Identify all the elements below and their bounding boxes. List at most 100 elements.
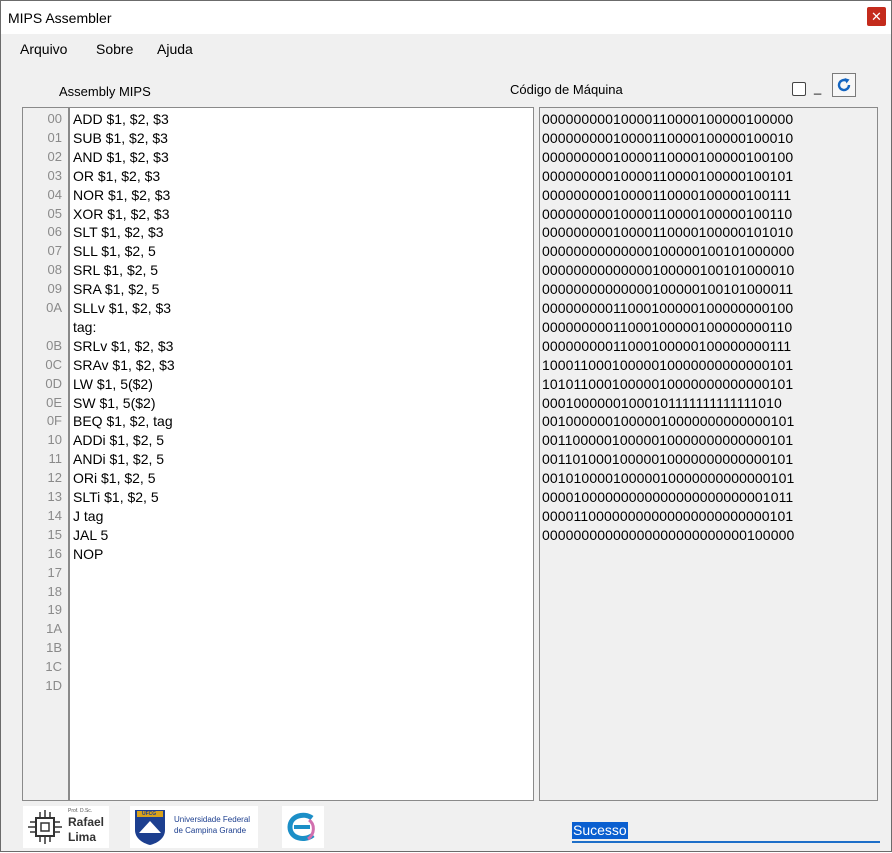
rafael-lima-logo: Prof. D.Sc. Rafael Lima [23,806,109,848]
logo-name-last: Lima [68,830,97,844]
code-line: BEQ $1, $2, tag [73,413,173,430]
machine-code-line: 00101000010000010000000000000101 [542,470,795,487]
line-number: 12 [47,470,62,486]
line-number: 0A [46,300,62,315]
machine-code-line: 00000000011000100000100000000110 [542,318,793,335]
line-number: 1D [45,678,62,693]
ufcg-logo: UFCG Universidade Federal de Campina Gra… [130,806,258,848]
assembly-label: Assembly MIPS [59,84,151,99]
line-number: 19 [47,602,62,618]
menu-arquivo[interactable]: Arquivo [20,41,67,57]
app-window: MIPS Assembler ✕ Arquivo Sobre Ajuda Ass… [0,0,892,852]
code-line: ADDi $1, $2, 5 [73,432,165,449]
line-number: 1B [46,640,62,656]
line-number: 0D [45,375,62,391]
line-number: 03 [47,167,62,183]
code-line: SRL $1, $2, 5 [73,262,159,279]
line-number: 02 [47,148,62,164]
code-line: ANDi $1, $2, 5 [73,451,165,468]
logo-name-first: Rafael [68,815,105,829]
code-line: ORi $1, $2, 5 [73,470,156,487]
status-text: Sucesso [572,822,628,839]
code-line: SLTi $1, $2, 5 [73,489,159,505]
machine-code-line: 10001100010000010000000000000101 [542,356,794,373]
machine-code-line: 00000000010000110000100000100100 [542,148,794,165]
line-number: 1A [46,621,62,637]
line-number: 1C [45,659,62,675]
machine-code-line: 00001100000000000000000000000101 [542,507,794,524]
footer: Prof. D.Sc. Rafael Lima UFCG Universidad… [5,806,887,851]
code-line: AND $1, $2, $3 [73,148,169,165]
line-number: 14 [47,507,62,523]
machine-code-line: 00000000000000100000100101000000 [542,243,795,260]
ufcg-line1: Universidade Federal [174,815,251,824]
code-line: SLL $1, $2, 5 [73,243,156,260]
ufcg-line2: de Campina Grande [174,826,247,835]
machine-code-line: 00110100010000010000000000000101 [542,451,794,468]
code-line: J tag [73,507,104,524]
code-line: SRAv $1, $2, $3 [73,356,175,373]
menu-sobre[interactable]: Sobre [96,41,133,57]
line-number: 07 [47,243,62,259]
line-number: 05 [47,205,62,221]
line-number: 17 [47,564,62,580]
line-number: 13 [47,489,62,504]
code-line: SRA $1, $2, 5 [73,281,160,298]
status-field[interactable]: Sucesso [572,821,880,843]
client-area: Assembly MIPS Código de Máquina _ 00 01 02… [5,64,887,848]
menu-ajuda[interactable]: Ajuda [157,41,193,57]
line-number: 01 [47,129,62,145]
line-number: 00 [47,111,62,126]
machine-code-line: 00110000010000010000000000000101 [542,432,794,449]
machine-code-line: 00000000010000110000100000100101 [542,167,794,184]
code-line: OR $1, $2, $3 [73,167,161,184]
line-number: 0B [46,337,62,353]
code-line: XOR $1, $2, $3 [73,205,170,222]
machine-code-panel: 00000000010000110000100000100000 00000000… [539,107,878,801]
option-checkbox[interactable] [792,82,806,96]
refresh-icon [837,78,851,92]
code-line: SLLv $1, $2, $3 [73,300,172,316]
code-line: SUB $1, $2, $3 [73,129,168,146]
menu-bar: Arquivo Sobre Ajuda [1,34,891,64]
code-line: NOP [73,545,104,562]
machine-code-line: 00000000010000110000100000100000 [542,111,794,127]
line-number: 0E [46,394,62,410]
code-line: tag: [73,318,97,335]
machine-code-line: 00000000010000110000100000101010 [542,224,794,241]
title-bar: MIPS Assembler ✕ [1,1,891,34]
machine-code-line: 00000000010000110000100000100111 [542,186,792,203]
close-button[interactable]: ✕ [867,7,886,26]
machine-code-line: 00000000000000100000100101000011 [542,281,794,298]
ufcg-abbr: UFCG [142,811,157,817]
window-title: MIPS Assembler [8,10,112,26]
line-number: 18 [47,583,62,599]
machine-code-line: 00000000010000110000100000100110 [542,205,793,222]
line-number: 04 [47,186,62,202]
code-line: SW $1, 5($2) [73,394,156,411]
machine-code-line: 00000000010000110000100000100010 [542,129,794,146]
refresh-button[interactable] [832,73,856,97]
machine-code-line: 10101100010000010000000000000101 [542,375,794,392]
machine-code-line: 00100000010000010000000000000101 [542,413,795,430]
machine-code-line: 00010000001000101111111111111010 [542,394,782,411]
code-line: ADD $1, $2, $3 [73,111,169,127]
line-number: 0F [46,413,62,429]
code-line: JAL 5 [73,526,109,543]
machine-code-line: 00000000000000000000000000100000 [542,526,795,543]
assembly-editor[interactable]: ADD $1, $2, $3 SUB $1, $2, $3 AND $1, $2, … [69,107,534,801]
code-line: SRLv $1, $2, $3 [73,337,174,354]
logo-small-text: Prof. D.Sc. [68,808,93,814]
line-number: 06 [47,224,62,240]
dash-label: _ [814,80,822,95]
line-number: 08 [47,262,62,278]
line-number: 15 [47,526,62,542]
line-number-gutter: 00 01 02 03 04 05 06 07 08 09 0A 0B 0C 0D 0E 0F 10 11 12 13… [22,107,69,801]
line-number: 0C [45,356,62,372]
code-line: SLT $1, $2, $3 [73,224,164,241]
line-number: 10 [47,432,62,448]
machine-code-label: Código de Máquina [510,82,623,97]
line-number: 16 [47,545,62,561]
machine-code-line: 00000000011000100000100000000100 [542,300,794,316]
machine-code-line: 00000000011000100000100000000111 [542,337,792,354]
